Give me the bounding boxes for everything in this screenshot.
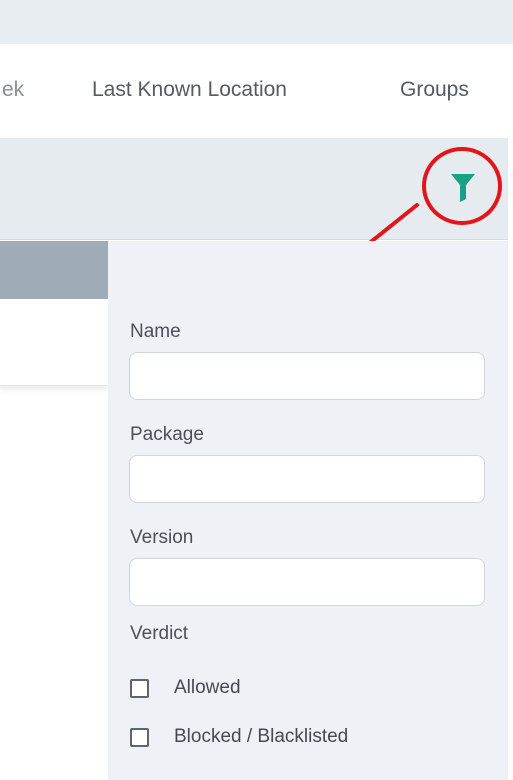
filter-panel: Name Package Version Verdict Allowed Blo… — [108, 241, 508, 780]
top-strip — [0, 0, 513, 44]
filter-toolbar — [0, 138, 508, 240]
blocked-label: Blocked / Blacklisted — [174, 726, 349, 747]
blocked-option[interactable]: Blocked / Blacklisted — [130, 726, 348, 748]
name-label: Name — [130, 321, 181, 342]
verdict-label: Verdict — [130, 623, 189, 644]
allowed-checkbox[interactable] — [130, 678, 149, 698]
allowed-option[interactable]: Allowed — [130, 677, 241, 699]
table-header-row — [0, 241, 108, 299]
tab-groups[interactable]: Groups — [400, 78, 469, 102]
name-input[interactable] — [129, 352, 485, 400]
table-row[interactable] — [0, 299, 108, 386]
package-input[interactable] — [129, 455, 485, 503]
table-column-header-bar: ek Last Known Location Groups — [0, 44, 508, 138]
blocked-checkbox[interactable] — [130, 727, 149, 747]
version-label: Version — [130, 527, 194, 548]
tab-last-known-location[interactable]: Last Known Location — [92, 78, 287, 102]
version-input[interactable] — [129, 558, 485, 606]
allowed-label: Allowed — [174, 677, 241, 698]
package-label: Package — [130, 424, 204, 445]
filter-button[interactable] — [441, 167, 485, 207]
filter-funnel-icon — [451, 174, 475, 202]
tab-partial[interactable]: ek — [2, 78, 24, 102]
